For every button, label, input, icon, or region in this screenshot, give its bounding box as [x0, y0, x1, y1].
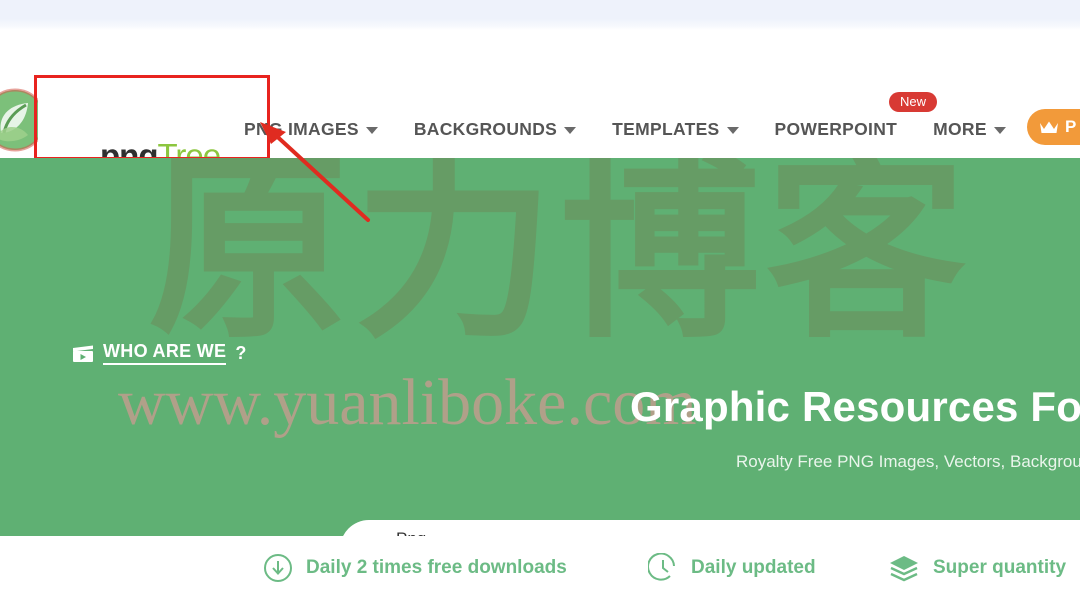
who-are-we-link[interactable]: WHO ARE WE ?: [72, 341, 247, 365]
chevron-down-icon: [993, 127, 1006, 134]
chevron-down-icon: [365, 127, 378, 134]
search-category-value: Png Images: [396, 529, 462, 536]
feature-label: Daily updated: [691, 557, 816, 578]
feature-label: Daily 2 times free downloads: [306, 557, 567, 578]
nav-label: TEMPLATES: [612, 118, 720, 139]
pro-button-label: P: [1065, 117, 1077, 136]
feature-label: Super quantity: [933, 557, 1067, 578]
feature-daily-downloads: Daily 2 times free downloads: [263, 553, 567, 583]
crown-icon: [1040, 121, 1058, 133]
who-are-we-suffix: ?: [235, 342, 247, 363]
clock-circle-icon: [648, 553, 675, 581]
watermark-chinese: 原力博客: [148, 158, 973, 366]
main-navigation: PNG IMAGES BACKGROUNDS TEMPLATES POWERPO…: [244, 114, 1042, 144]
nav-label: MORE: [933, 118, 987, 139]
download-circle-icon: [264, 554, 292, 582]
search-category-select[interactable]: Png Images: [340, 529, 540, 536]
features-bar: Daily 2 times free downloads Daily updat…: [0, 536, 1080, 594]
hero-section: 原力博客 www.yuanliboke.com WHO ARE WE ? Gra…: [0, 158, 1080, 536]
nav-label: BACKGROUNDS: [413, 118, 558, 139]
nav-item-templates[interactable]: TEMPLATES: [612, 118, 739, 140]
chevron-down-icon: [726, 127, 739, 134]
new-badge: New: [889, 92, 938, 112]
nav-item-png-images[interactable]: PNG IMAGES: [244, 119, 378, 140]
browser-top-strip: [0, 0, 1080, 30]
clapperboard-icon: [73, 345, 93, 362]
nav-item-powerpoint[interactable]: POWERPOINT: [775, 119, 898, 140]
search-bar[interactable]: Png Images Millions of graphics for free…: [340, 520, 1080, 536]
site-header: pngTree LOVE PNG LOVE DESIGN PNG IMAGES …: [0, 30, 1080, 189]
nav-label: PNG IMAGES: [244, 118, 359, 139]
watermark-url: www.yuanliboke.com: [118, 366, 697, 439]
layers-icon: [890, 556, 918, 582]
feature-daily-updated: Daily updated: [648, 553, 816, 583]
nav-label: POWERPOINT: [774, 118, 898, 139]
who-are-we-label: WHO ARE WE: [103, 341, 227, 365]
chevron-down-icon: [564, 127, 577, 134]
pro-upgrade-button[interactable]: P: [1027, 109, 1080, 145]
page-root: pngTree LOVE PNG LOVE DESIGN PNG IMAGES …: [0, 0, 1080, 594]
nav-item-backgrounds[interactable]: BACKGROUNDS: [413, 118, 577, 140]
hero-subtitle: Royalty Free PNG Images, Vectors, Backgr…: [736, 452, 1080, 471]
feature-super-quantity: Super quantity: [888, 553, 1066, 583]
annotation-rectangle: [34, 75, 270, 160]
hero-title: Graphic Resources For: [630, 383, 1080, 430]
nav-item-more[interactable]: MORE: [933, 119, 1006, 140]
